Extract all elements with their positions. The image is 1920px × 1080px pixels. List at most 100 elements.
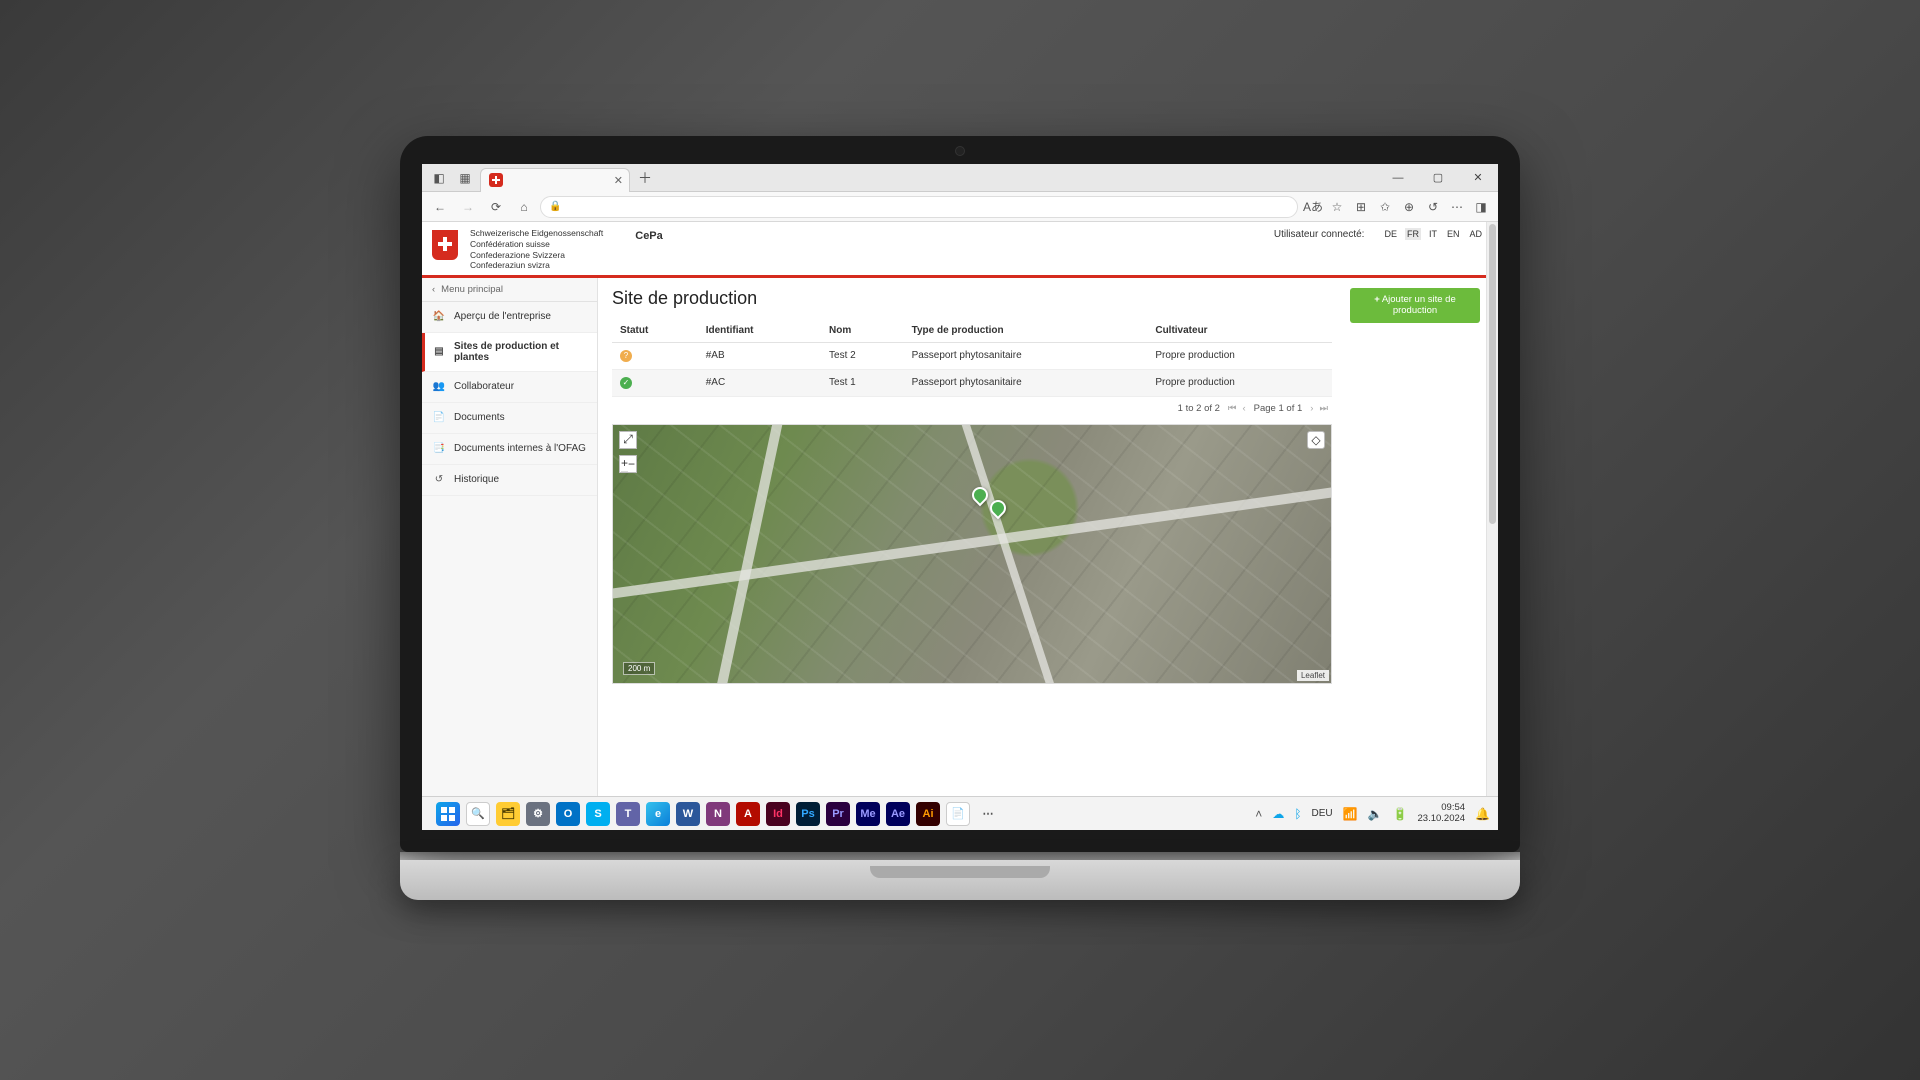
map-zoom-control: + − (619, 455, 637, 473)
lang-ad[interactable]: AD (1467, 228, 1484, 240)
sidebar-item-overview[interactable]: 🏠 Aperçu de l'entreprise (422, 302, 597, 333)
acrobat-icon[interactable]: A (736, 802, 760, 826)
pager-summary: 1 to 2 of 2 (1178, 403, 1220, 414)
sidebar-item-production-sites[interactable]: ▤ Sites de production et plantes (422, 333, 597, 372)
swiss-favicon-icon (489, 173, 503, 187)
new-tab-button[interactable]: ＋ (634, 167, 656, 189)
browser-toolbar: ← → ⟳ ⌂ 🔒 Aあ ☆ ⊞ ✩ ⊕ ↺ ⋯ ◨ (422, 192, 1498, 222)
pager-last-icon[interactable]: ⏭ (1319, 403, 1328, 414)
bluetooth-icon[interactable]: ᛒ (1294, 807, 1301, 821)
lang-it[interactable]: IT (1427, 228, 1439, 240)
col-identifier[interactable]: Identifiant (698, 319, 821, 343)
tab-close-icon[interactable]: ✕ (614, 174, 623, 187)
sidebar-toggle-icon[interactable]: ◨ (1470, 196, 1492, 218)
outlook-icon[interactable]: O (556, 802, 580, 826)
sidebar-item-documents[interactable]: 📄 Documents (422, 403, 597, 434)
extensions-icon[interactable]: ⊞ (1350, 196, 1372, 218)
cepa-app: Schweizerische Eidgenossenschaft Confédé… (422, 222, 1498, 796)
col-name[interactable]: Nom (821, 319, 904, 343)
notifications-icon[interactable]: 🔔 (1475, 807, 1490, 821)
window-maximize-button[interactable]: ▢ (1418, 164, 1458, 191)
window-minimize-button[interactable]: — (1378, 164, 1418, 191)
lang-fr[interactable]: FR (1405, 228, 1421, 240)
keyboard-language[interactable]: DEU (1312, 808, 1333, 819)
onenote-icon[interactable]: N (706, 802, 730, 826)
map-layers-button[interactable]: ◇ (1307, 431, 1325, 449)
media-encoder-icon[interactable]: Me (856, 802, 880, 826)
file-explorer-icon[interactable]: 🗂 (496, 802, 520, 826)
pager-next-icon[interactable]: › (1310, 403, 1313, 414)
word-icon[interactable]: W (676, 802, 700, 826)
browser-tab[interactable]: ✕ (480, 168, 630, 192)
onedrive-icon[interactable]: ☁ (1272, 807, 1284, 821)
after-effects-icon[interactable]: Ae (886, 802, 910, 826)
map-zoom-out-button[interactable]: − (628, 456, 635, 472)
lang-en[interactable]: EN (1445, 228, 1462, 240)
photoshop-icon[interactable]: Ps (796, 802, 820, 826)
home-button[interactable]: ⌂ (512, 195, 536, 219)
window-close-button[interactable]: ✕ (1458, 164, 1498, 191)
collections-icon[interactable]: ⊕ (1398, 196, 1420, 218)
laptop-mockup: ◧ ▦ ✕ ＋ — ▢ ✕ ← → (400, 136, 1520, 900)
documents-lock-icon: 📑 (432, 442, 446, 456)
sidebar-item-collaborator[interactable]: 👥 Collaborateur (422, 372, 597, 403)
col-production-type[interactable]: Type de production (904, 319, 1148, 343)
read-aloud-icon[interactable]: Aあ (1302, 196, 1324, 218)
search-button[interactable]: 🔍 (466, 802, 490, 826)
battery-icon[interactable]: 🔋 (1393, 807, 1408, 821)
table-row[interactable]: ? #AB Test 2 Passeport phytosanitaire Pr… (612, 342, 1332, 369)
map-attribution: Leaflet (1297, 670, 1329, 681)
confederation-text: Schweizerische Eidgenossenschaft Confédé… (470, 228, 603, 271)
col-status[interactable]: Statut (612, 319, 698, 343)
address-bar[interactable]: 🔒 (540, 196, 1298, 218)
col-grower[interactable]: Cultivateur (1147, 319, 1332, 343)
table-row[interactable]: ✓ #AC Test 1 Passeport phytosanitaire Pr… (612, 369, 1332, 396)
production-sites-table: Statut Identifiant Nom Type de productio… (612, 319, 1332, 397)
lock-icon: 🔒 (549, 201, 561, 212)
nav-forward-button[interactable]: → (456, 195, 480, 219)
menu-back[interactable]: ‹ Menu principal (422, 278, 597, 302)
more-icon[interactable]: ⋯ (1446, 196, 1468, 218)
sidebar-item-history[interactable]: ↺ Historique (422, 465, 597, 496)
illustrator-icon[interactable]: Ai (916, 802, 940, 826)
tab-actions-icon[interactable]: ◧ (428, 167, 450, 189)
volume-icon[interactable]: 🔈 (1368, 807, 1383, 821)
notepad-icon[interactable]: 📄 (946, 802, 970, 826)
clock[interactable]: 09:54 23.10.2024 (1418, 803, 1466, 824)
laptop-base (400, 860, 1520, 900)
teams-icon[interactable]: T (616, 802, 640, 826)
premiere-icon[interactable]: Pr (826, 802, 850, 826)
status-ok-icon: ✓ (620, 377, 632, 389)
favorite-icon[interactable]: ☆ (1326, 196, 1348, 218)
history-icon: ↺ (432, 473, 446, 487)
map-zoom-in-button[interactable]: + (621, 456, 628, 472)
map[interactable]: ⤢ + − ◇ 200 m Leaflet (612, 424, 1332, 684)
chevron-left-icon: ‹ (432, 284, 435, 295)
swiss-shield-icon (432, 230, 458, 260)
wifi-icon[interactable]: 📶 (1343, 807, 1358, 821)
pager-prev-icon[interactable]: ‹ (1242, 403, 1245, 414)
lang-de[interactable]: DE (1382, 228, 1399, 240)
pager-page-label: Page 1 of 1 (1254, 403, 1303, 414)
sidebar-item-internal-documents[interactable]: 📑 Documents internes à l'OFAG (422, 434, 597, 465)
favorites-bar-icon[interactable]: ✩ (1374, 196, 1396, 218)
pager: 1 to 2 of 2 ⏮ ‹ Page 1 of 1 › ⏭ (612, 397, 1332, 424)
pager-first-icon[interactable]: ⏮ (1228, 403, 1237, 414)
edge-icon[interactable]: e (646, 802, 670, 826)
tab-overview-icon[interactable]: ▦ (454, 167, 476, 189)
add-production-site-button[interactable]: +Ajouter un site de production (1350, 288, 1480, 323)
home-icon: 🏠 (432, 310, 446, 324)
tray-chevron-icon[interactable]: ˄ (1255, 807, 1262, 821)
indesign-icon[interactable]: Id (766, 802, 790, 826)
layers-icon: ▤ (432, 345, 446, 359)
skype-icon[interactable]: S (586, 802, 610, 826)
start-button[interactable] (436, 802, 460, 826)
map-fullscreen-button[interactable]: ⤢ (619, 431, 637, 449)
reload-button[interactable]: ⟳ (484, 195, 508, 219)
history-icon[interactable]: ↺ (1422, 196, 1444, 218)
documents-icon: 📄 (432, 411, 446, 425)
nav-back-button[interactable]: ← (428, 195, 452, 219)
settings-icon[interactable]: ⚙ (526, 802, 550, 826)
taskbar-overflow-icon[interactable]: ⋯ (976, 802, 1000, 826)
sidebar: ‹ Menu principal 🏠 Aperçu de l'entrepris… (422, 278, 598, 797)
